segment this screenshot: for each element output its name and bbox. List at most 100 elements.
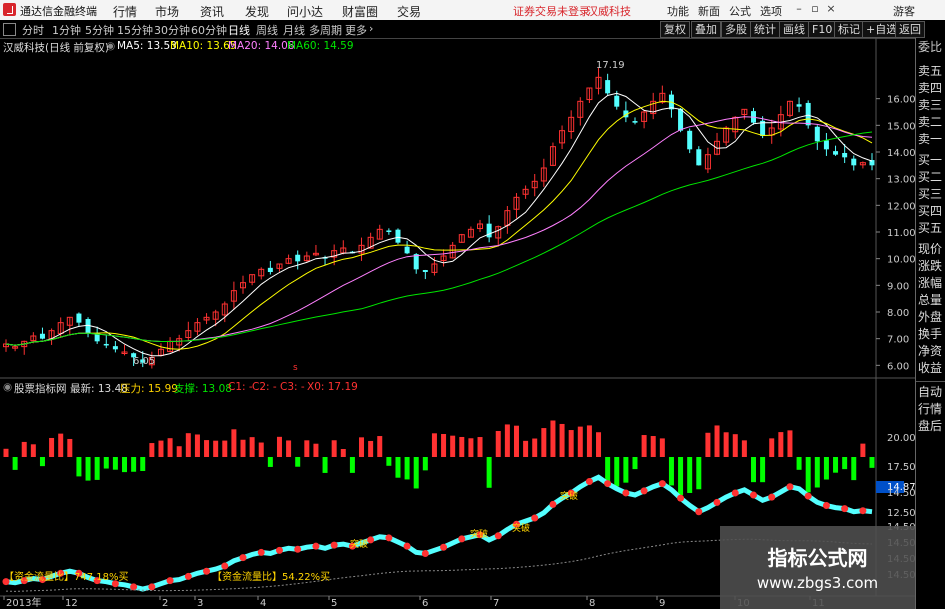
- candle-body-down: [842, 152, 848, 158]
- ma10-line: [5, 100, 873, 350]
- panel-item-earnings[interactable]: 收益: [918, 361, 945, 375]
- indicator-bar-up: [550, 420, 556, 457]
- indicator-bar-down: [833, 457, 839, 473]
- candle-body-down: [404, 246, 410, 254]
- panel-item-change[interactable]: 涨跌: [918, 259, 945, 273]
- panel-item-turnover[interactable]: 换手: [918, 327, 945, 341]
- indicator-wave-dot: [166, 577, 174, 585]
- panel-item-auto[interactable]: 自动: [918, 385, 945, 399]
- watermark-url: www.zbgs3.com: [756, 574, 879, 592]
- indicator-wave-dot: [531, 514, 539, 522]
- indicator-wave-dot: [695, 508, 703, 516]
- indicator-bar-up: [249, 437, 255, 457]
- indicator-bar-up: [450, 435, 456, 457]
- panel-item-buy1[interactable]: 买一: [918, 153, 945, 167]
- panel-item-afterhours[interactable]: 盘后: [918, 419, 945, 433]
- indicator-bar-up: [541, 428, 547, 457]
- indicator-wave-dot: [713, 498, 721, 506]
- candle-body-down: [796, 104, 802, 107]
- candle-body-down: [805, 102, 811, 126]
- date-tick-label: 7: [493, 598, 499, 609]
- indicator-wave-dot: [604, 480, 612, 488]
- panel-item-quote[interactable]: 行情: [918, 402, 945, 416]
- price-tick-label: 6.00: [887, 361, 909, 372]
- panel-item-outer[interactable]: 外盘: [918, 310, 945, 324]
- panel-item-buy3[interactable]: 买三: [918, 187, 945, 201]
- sub-settings-icon[interactable]: ◉: [3, 381, 12, 393]
- indicator-wave-dot: [239, 554, 247, 562]
- panel-item-sell4[interactable]: 卖四: [918, 81, 945, 95]
- indicator-bar-up: [650, 436, 656, 457]
- indicator-bar-up: [194, 434, 200, 457]
- indicator-bar-up: [568, 430, 574, 457]
- indicator-bar-up: [213, 440, 219, 457]
- panel-item-buy4[interactable]: 买四: [918, 204, 945, 218]
- ma5-line: [5, 92, 873, 357]
- indicator-bar-down: [614, 457, 620, 487]
- signal-s-marker: s: [293, 363, 298, 373]
- indicator-bar-up: [559, 423, 565, 457]
- candle-body-down: [687, 130, 693, 150]
- panel-item-change-pct[interactable]: 涨幅: [918, 276, 945, 290]
- price-tick-label: 12.00: [887, 201, 916, 212]
- indicator-wave-dot: [184, 572, 192, 580]
- main-chart-header: 汉威科技(日线 前复权) ◉ MA5: 13.53 MA10: 13.65 MA…: [0, 38, 915, 54]
- indicator-wave-dot: [822, 501, 830, 509]
- chart-canvas[interactable]: 16.00 15.00 14.00 13.00 12.00 11.00 10.00 9.00 8…: [0, 0, 945, 609]
- indicator-bar-down: [422, 457, 428, 471]
- panel-item-volume[interactable]: 总量: [918, 293, 945, 307]
- indicator-bar-up: [787, 430, 793, 457]
- candlestick-series: [3, 68, 875, 369]
- breakout-label-2: 突破: [512, 522, 530, 534]
- indicator-bar-down: [696, 457, 702, 490]
- candle-body-down: [295, 254, 301, 262]
- indicator-wave-dot: [257, 548, 265, 556]
- candle-body-down: [605, 80, 611, 94]
- indicator-bar-down: [823, 457, 829, 480]
- panel-item-price[interactable]: 现价: [918, 242, 945, 256]
- stock-label[interactable]: 汉威科技(日线 前复权): [3, 40, 109, 55]
- panel-item-buy2[interactable]: 买二: [918, 170, 945, 184]
- c1-value: C1: -: [228, 381, 253, 393]
- indicator-bar-up: [331, 440, 337, 457]
- panel-item-sell5[interactable]: 卖五: [918, 64, 945, 78]
- watermark-title: 指标公式网: [767, 546, 868, 570]
- indicator-bar-up: [286, 440, 292, 457]
- indicator-wave-dot: [768, 493, 776, 501]
- indicator-wave-dot: [148, 583, 156, 591]
- price-tick-label: 10.00: [887, 255, 916, 266]
- indicator-bar-up: [30, 444, 36, 457]
- indicator-bar-up: [495, 430, 501, 457]
- indicator-name[interactable]: 股票指标网: [14, 381, 67, 396]
- indicator-bar-up: [860, 443, 866, 457]
- indicator-bar-up: [596, 432, 602, 457]
- panel-item-sell2[interactable]: 卖二: [918, 115, 945, 129]
- settings-icon[interactable]: ◉: [106, 40, 115, 52]
- indicator-bar-up: [659, 438, 665, 457]
- date-tick-label: 5: [331, 598, 337, 609]
- indicator-bar-down: [76, 457, 82, 477]
- indicator-bar-up: [49, 437, 55, 457]
- panel-item-sell3[interactable]: 卖三: [918, 98, 945, 112]
- watermark-overlay: 指标公式网 www.zbgs3.com: [720, 526, 915, 609]
- indicator-bar-down: [814, 457, 820, 488]
- price-tick-label: 9.00: [887, 281, 909, 292]
- panel-item-net-asset[interactable]: 净资: [918, 344, 945, 358]
- indicator-wave-dot: [403, 542, 411, 550]
- panel-item-weibi[interactable]: 委比: [918, 40, 945, 54]
- candle-body-down: [267, 267, 273, 272]
- indicator-wave-dot: [367, 536, 375, 544]
- indicator-bar-down: [267, 457, 273, 467]
- panel-item-sell1[interactable]: 卖一: [918, 132, 945, 146]
- low-price-label: 6.05: [133, 356, 155, 367]
- candle-body-down: [76, 313, 82, 323]
- quote-side-panel: 委比 卖五 卖四 卖三 卖二 卖一 买一 买二 买三 买四 买五 现价 涨跌 涨…: [915, 38, 945, 609]
- indicator-wave-dot: [859, 507, 867, 515]
- indicator-wave-dot: [221, 562, 229, 570]
- ma10-value: MA10: 13.65: [170, 40, 237, 52]
- c3-value: C3: -: [280, 381, 305, 393]
- indicator-bar-down: [386, 457, 392, 466]
- indicator-bar-up: [167, 438, 173, 457]
- date-tick-label: 2: [162, 598, 168, 609]
- panel-item-buy5[interactable]: 买五: [918, 221, 945, 235]
